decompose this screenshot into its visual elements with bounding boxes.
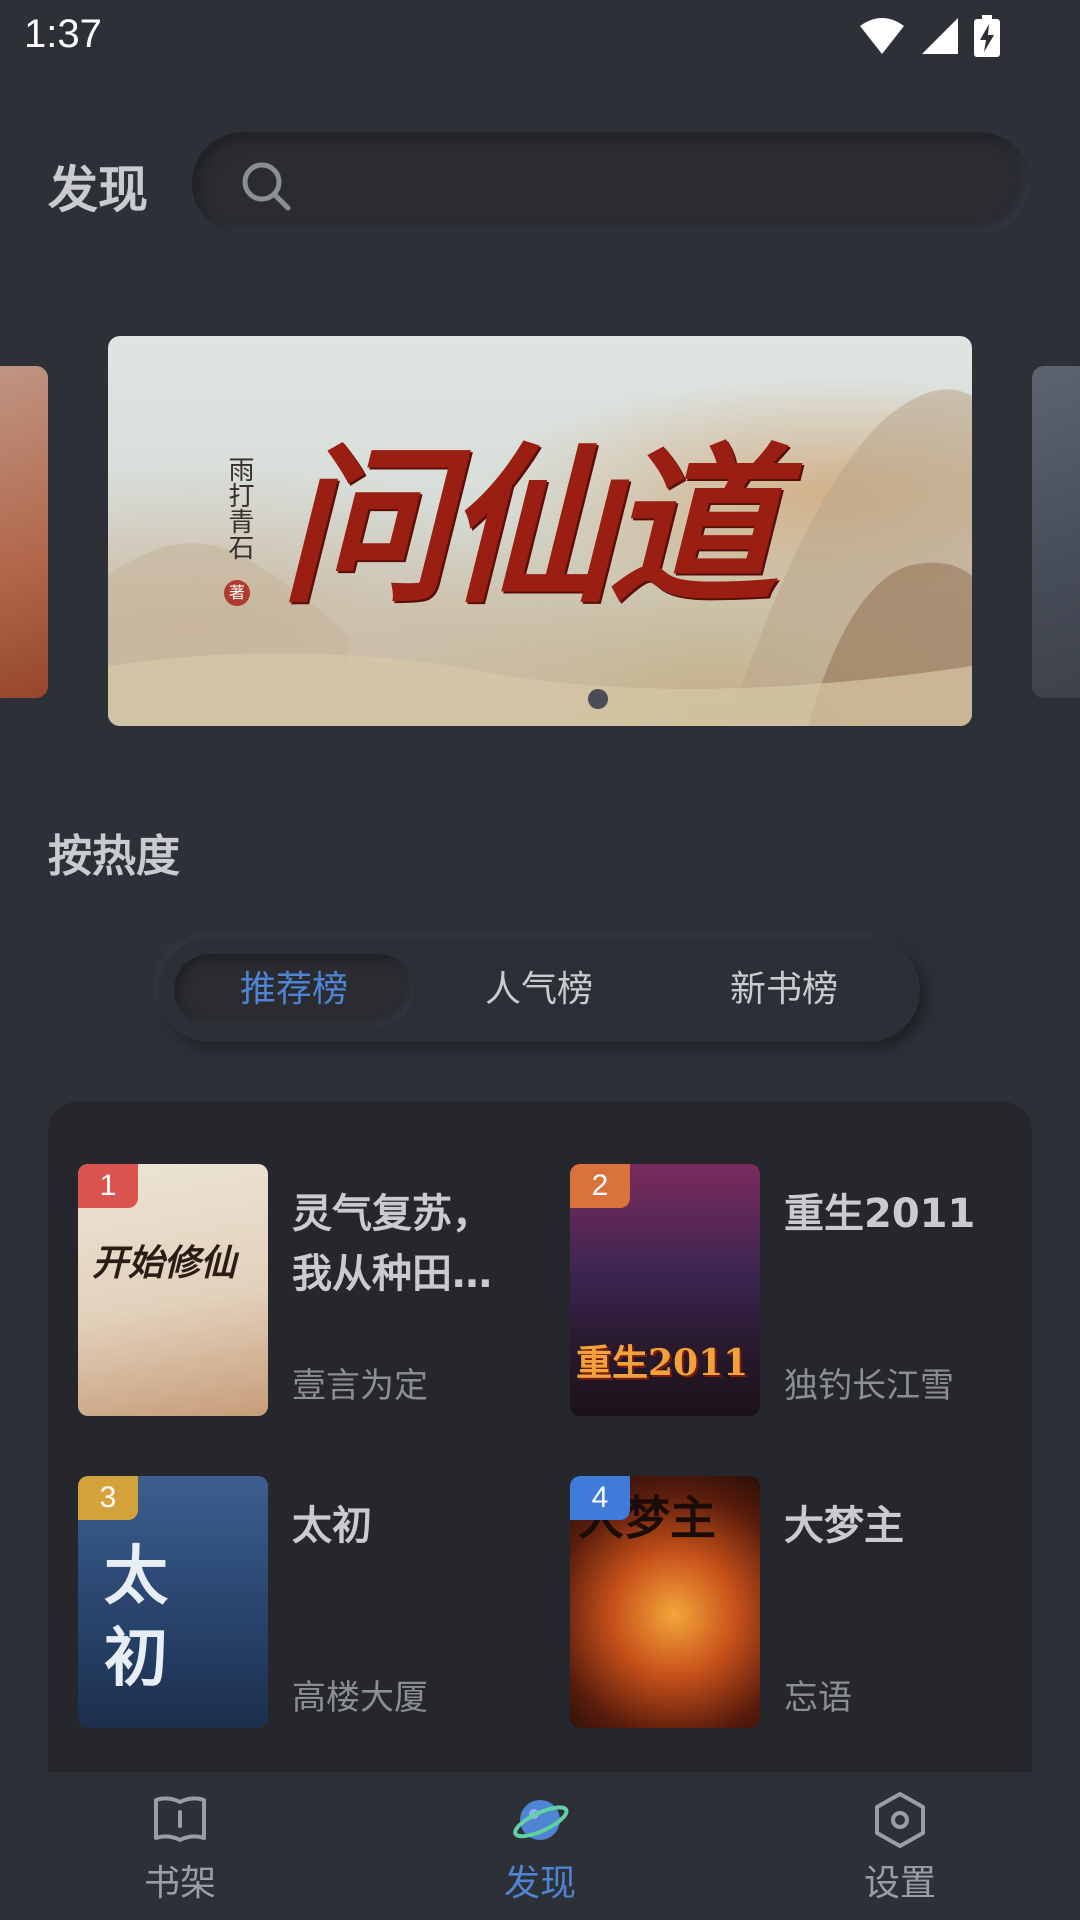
ranking-item[interactable]: 重生2011 2 重生2011 独钓长江雪 — [570, 1164, 1010, 1418]
ranking-item[interactable]: 大梦主 4 大梦主 忘语 — [570, 1476, 1010, 1730]
ranking-tabs: 推荐榜 人气榜 新书榜 — [158, 938, 920, 1042]
nav-label: 发现 — [503, 1863, 576, 1904]
planet-icon — [513, 1800, 569, 1840]
book-cover[interactable]: 大梦主 4 — [570, 1476, 760, 1728]
nav-label: 设置 — [863, 1863, 936, 1904]
book-title: 大梦主 — [784, 1503, 904, 1549]
book-author: 壹言为定 — [292, 1366, 428, 1406]
book-icon — [154, 1796, 206, 1842]
nav-item-bookshelf[interactable]: 书架 — [80, 1772, 280, 1920]
status-time: 1:37 — [24, 12, 102, 56]
cover-title-text: 太初 — [104, 1539, 168, 1696]
banner-author: 雨打青石 — [224, 456, 254, 560]
page-title: 发现 — [48, 161, 148, 219]
ranking-item[interactable]: 太初 3 太初 高楼大厦 — [78, 1476, 518, 1730]
book-title: 重生2011 — [784, 1191, 976, 1237]
rank-badge: 3 — [78, 1476, 138, 1520]
banner-book-title: 问仙道 — [280, 427, 778, 627]
ranking-list: 开始修仙 1 灵气复苏，我从种田开始修仙 壹言为定 重生2011 2 重生201… — [48, 1102, 1032, 1822]
banner-next-slide[interactable] — [1032, 366, 1080, 698]
book-cover[interactable]: 重生2011 2 — [570, 1164, 760, 1416]
wifi-icon — [860, 18, 904, 54]
settings-hexagon-icon — [875, 1792, 925, 1848]
book-title: 太初 — [292, 1503, 372, 1549]
cover-title-text: 开始修仙 — [92, 1242, 237, 1284]
battery-charging-icon — [974, 15, 1000, 57]
book-cover[interactable]: 太初 3 — [78, 1476, 268, 1728]
nav-label: 书架 — [143, 1863, 216, 1904]
book-cover[interactable]: 开始修仙 1 — [78, 1164, 268, 1416]
book-author: 忘语 — [784, 1678, 852, 1718]
bottom-navigation: 书架 发现 设置 — [0, 1772, 1080, 1920]
section-title: 按热度 — [48, 831, 180, 882]
rank-badge: 4 — [570, 1476, 630, 1520]
book-author: 独钓长江雪 — [784, 1366, 954, 1406]
header: 发现 — [0, 130, 1080, 234]
tab-new-books[interactable]: 新书榜 — [664, 954, 904, 1026]
signal-icon — [922, 18, 958, 54]
banner-carousel[interactable]: 雨打青石 著 问仙道 — [0, 336, 1080, 728]
search-input[interactable] — [302, 132, 990, 234]
status-bar: 1:37 — [0, 0, 1080, 72]
cover-title-text: 重生2011 — [576, 1342, 749, 1384]
book-title: 灵气复苏，我从种田开始修仙 — [292, 1191, 492, 1297]
search-box[interactable] — [192, 132, 1030, 234]
ranking-item[interactable]: 开始修仙 1 灵气复苏，我从种田开始修仙 壹言为定 — [78, 1164, 518, 1418]
rank-badge: 1 — [78, 1164, 138, 1208]
tab-recommended[interactable]: 推荐榜 — [174, 954, 414, 1026]
banner-slide[interactable]: 雨打青石 著 问仙道 — [108, 336, 972, 726]
carousel-indicator-dot — [588, 689, 608, 709]
nav-item-settings[interactable]: 设置 — [800, 1772, 1000, 1920]
author-seal: 著 — [224, 580, 250, 606]
banner-prev-slide[interactable] — [0, 366, 48, 698]
rank-badge: 2 — [570, 1164, 630, 1208]
book-author: 高楼大厦 — [292, 1678, 428, 1718]
status-icons — [858, 14, 1000, 58]
nav-item-discover[interactable]: 发现 — [440, 1772, 640, 1920]
search-icon — [242, 162, 291, 211]
tab-popular[interactable]: 人气榜 — [419, 954, 659, 1026]
